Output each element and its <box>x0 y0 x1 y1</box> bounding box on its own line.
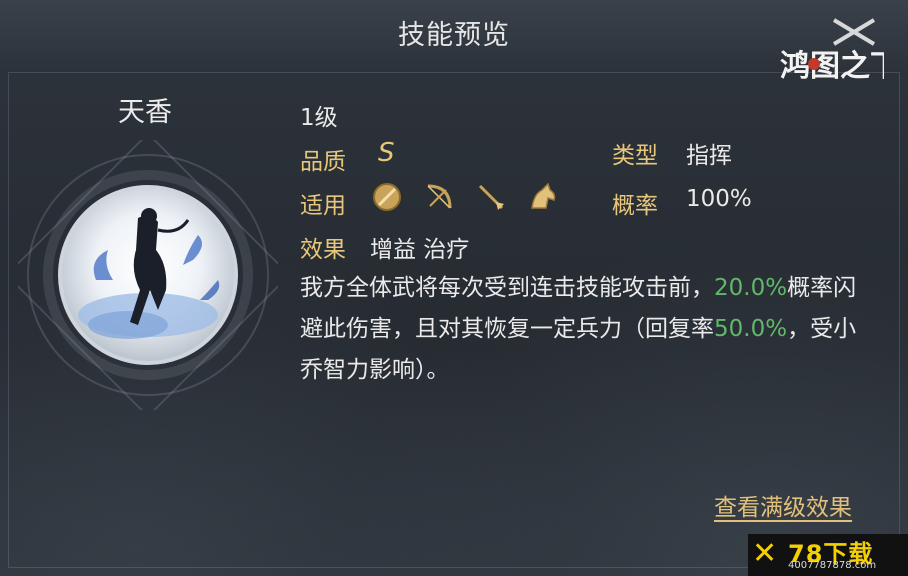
apply-label: 适用 <box>300 193 346 219</box>
shield-icon <box>373 183 401 211</box>
skill-level: 1级 <box>300 105 338 131</box>
watermark-x-icon: ✕ <box>752 536 778 571</box>
watermark: ✕ 78下载 4007787878.com <box>748 534 908 576</box>
game-logo: 鸿图之下 <box>780 18 884 84</box>
view-max-level-effect-link[interactable]: 查看满级效果 <box>714 488 852 522</box>
bow-icon <box>427 184 452 209</box>
spear-icon <box>478 184 504 210</box>
type-label: 类型 <box>612 143 658 169</box>
horse-icon <box>531 182 556 209</box>
game-logo-text: 鸿图之下 <box>780 49 884 84</box>
page-title: 技能预览 <box>398 20 510 51</box>
skill-description: 我方全体武将每次受到连击技能攻击前，20.0%概率闪避此伤害，且对其恢复一定兵力… <box>300 268 870 391</box>
desc-value-1: 20.0% <box>714 275 788 301</box>
quality-value: S <box>378 138 395 168</box>
desc-text-1: 我方全体武将每次受到连击技能攻击前， <box>300 275 714 301</box>
probability-value: 100% <box>686 186 752 212</box>
effect-label: 效果 <box>300 237 346 263</box>
quality-label: 品质 <box>300 149 346 175</box>
desc-value-2: 50.0% <box>714 316 788 342</box>
hero-name: 天香 <box>118 97 172 128</box>
skill-medallion <box>18 140 278 410</box>
skill-preview-panel: 技能预览 鸿图之下 天香 1级 品质 S 类型 指挥 <box>0 0 908 576</box>
watermark-sub: 4007787878.com <box>788 560 877 571</box>
type-value: 指挥 <box>686 143 732 169</box>
logo-seal <box>808 58 820 70</box>
probability-label: 概率 <box>612 193 658 219</box>
effect-values: 增益 治疗 <box>370 237 470 263</box>
